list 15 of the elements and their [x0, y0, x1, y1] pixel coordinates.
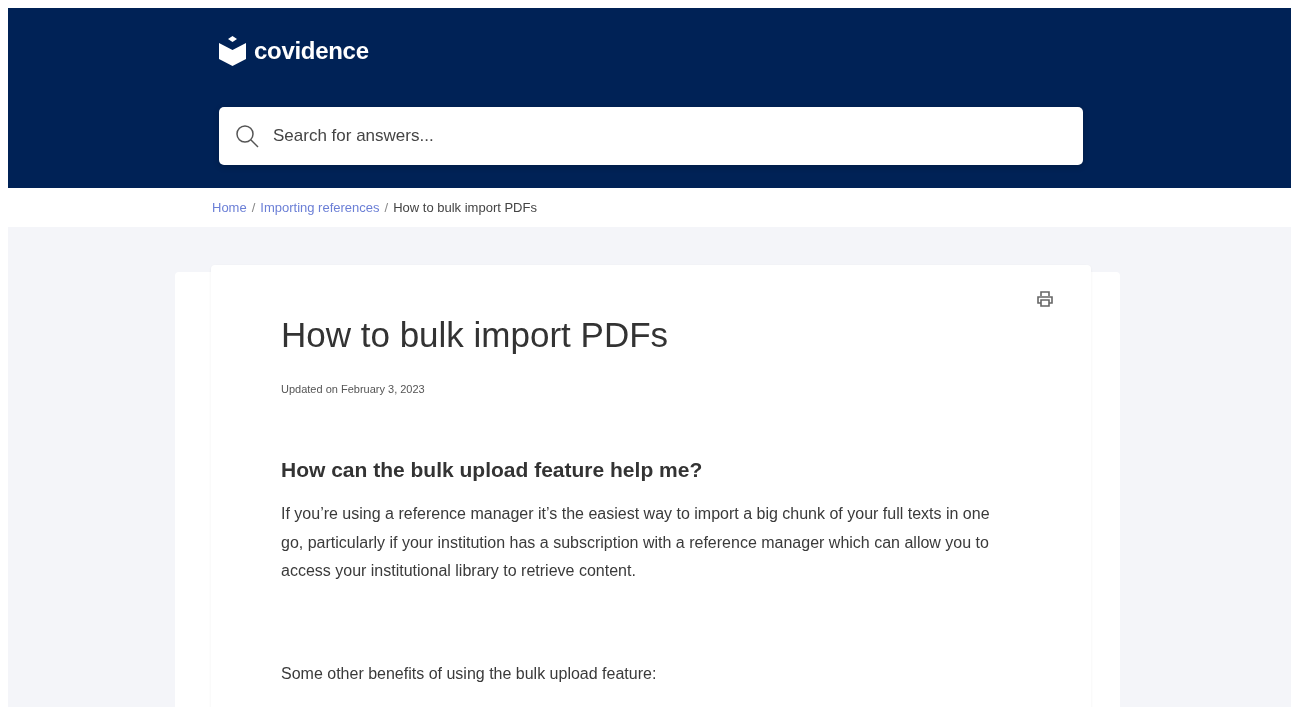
- breadcrumb-separator: /: [384, 200, 389, 215]
- search-icon: [235, 124, 259, 148]
- breadcrumb-current: How to bulk import PDFs: [393, 200, 537, 215]
- paragraph: Some other benefits of using the bulk upload feature:: [281, 663, 658, 684]
- section-heading: How can the bulk upload feature help me?: [281, 458, 704, 482]
- logo-text: covidence: [254, 37, 369, 65]
- article-title: How to bulk import PDFs: [281, 315, 670, 355]
- search-field[interactable]: Search for answers...: [219, 107, 1083, 165]
- paragraph: If you’re using a reference manager it’s the easiest way to import a big chunk of your full texts in one go, particularly if your institution has a subscription with a reference manager which can allow you to access your institutional library to retrieve content.: [281, 504, 991, 581]
- updated-date: Updated on February 3, 2023: [281, 383, 426, 395]
- breadcrumb-separator: /: [251, 200, 256, 215]
- logo-icon: [219, 36, 246, 66]
- breadcrumb-link[interactable]: Home: [212, 200, 247, 215]
- print-icon[interactable]: [1037, 291, 1053, 307]
- breadcrumb-link[interactable]: Importing references: [260, 200, 380, 215]
